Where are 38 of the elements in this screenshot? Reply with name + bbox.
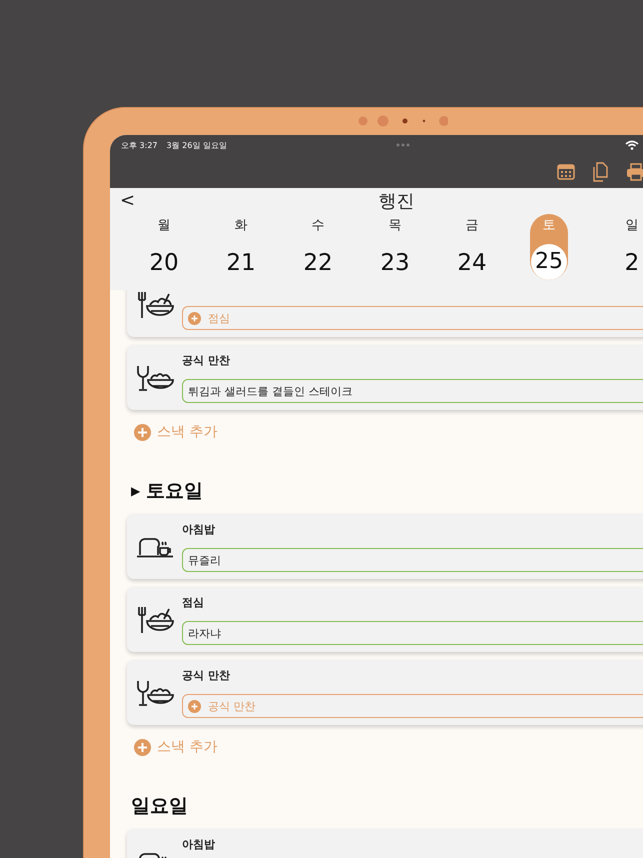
day-heading: 일요일 (131, 794, 188, 819)
field-placeholder: 점심 (208, 310, 230, 326)
current-day-marker: ▶ (131, 484, 140, 498)
meal-input-field[interactable]: 라자냐 (182, 621, 643, 645)
meal-label: 점심 (182, 595, 205, 610)
add-icon (134, 738, 151, 756)
add-icon (188, 700, 201, 712)
day-heading: 토요일 (146, 479, 204, 504)
wine-glass-and-bowl-icon (136, 678, 174, 706)
wine-glass-and-bowl-icon (136, 364, 174, 392)
fork-and-salad-bowl-icon (136, 604, 174, 634)
printer-icon[interactable] (626, 162, 643, 180)
day-tab[interactable]: 일 2 (600, 214, 643, 280)
meal-label: 아침밥 (182, 522, 216, 537)
fork-and-salad-bowl-icon (136, 290, 174, 320)
meal-label: 공식 만찬 (182, 668, 231, 683)
day-tab[interactable]: 화 21 (209, 214, 273, 280)
add-icon (134, 424, 151, 440)
back-button[interactable]: < (120, 190, 136, 211)
screen-title: 행진 (378, 190, 414, 213)
add-icon (188, 312, 201, 324)
wifi-icon (625, 140, 639, 150)
field-placeholder: 공식 만찬 (208, 698, 256, 714)
bread-and-cup-icon (136, 536, 174, 558)
day-tab[interactable]: 목 23 (363, 214, 427, 280)
meal-label: 아침밥 (182, 837, 216, 852)
status-time: 오후 3:27 (121, 140, 158, 150)
meal-label: 공식 만찬 (182, 353, 231, 368)
multitasking-dots-icon[interactable] (396, 143, 410, 147)
day-tab[interactable]: 토 25 (530, 214, 568, 280)
calendar-icon[interactable] (557, 164, 575, 180)
meal-input-field[interactable]: 뮤즐리 (182, 548, 643, 572)
meal-input-field[interactable]: 튀김과 샐러드를 곁들인 스테이크 (182, 379, 643, 403)
day-tab[interactable]: 금 24 (440, 214, 504, 280)
status-date: 3월 26일 일요일 (166, 140, 227, 150)
day-tab[interactable]: 수 22 (286, 214, 350, 280)
copy-documents-icon[interactable] (592, 162, 609, 182)
day-tab[interactable]: 월 20 (132, 214, 196, 280)
